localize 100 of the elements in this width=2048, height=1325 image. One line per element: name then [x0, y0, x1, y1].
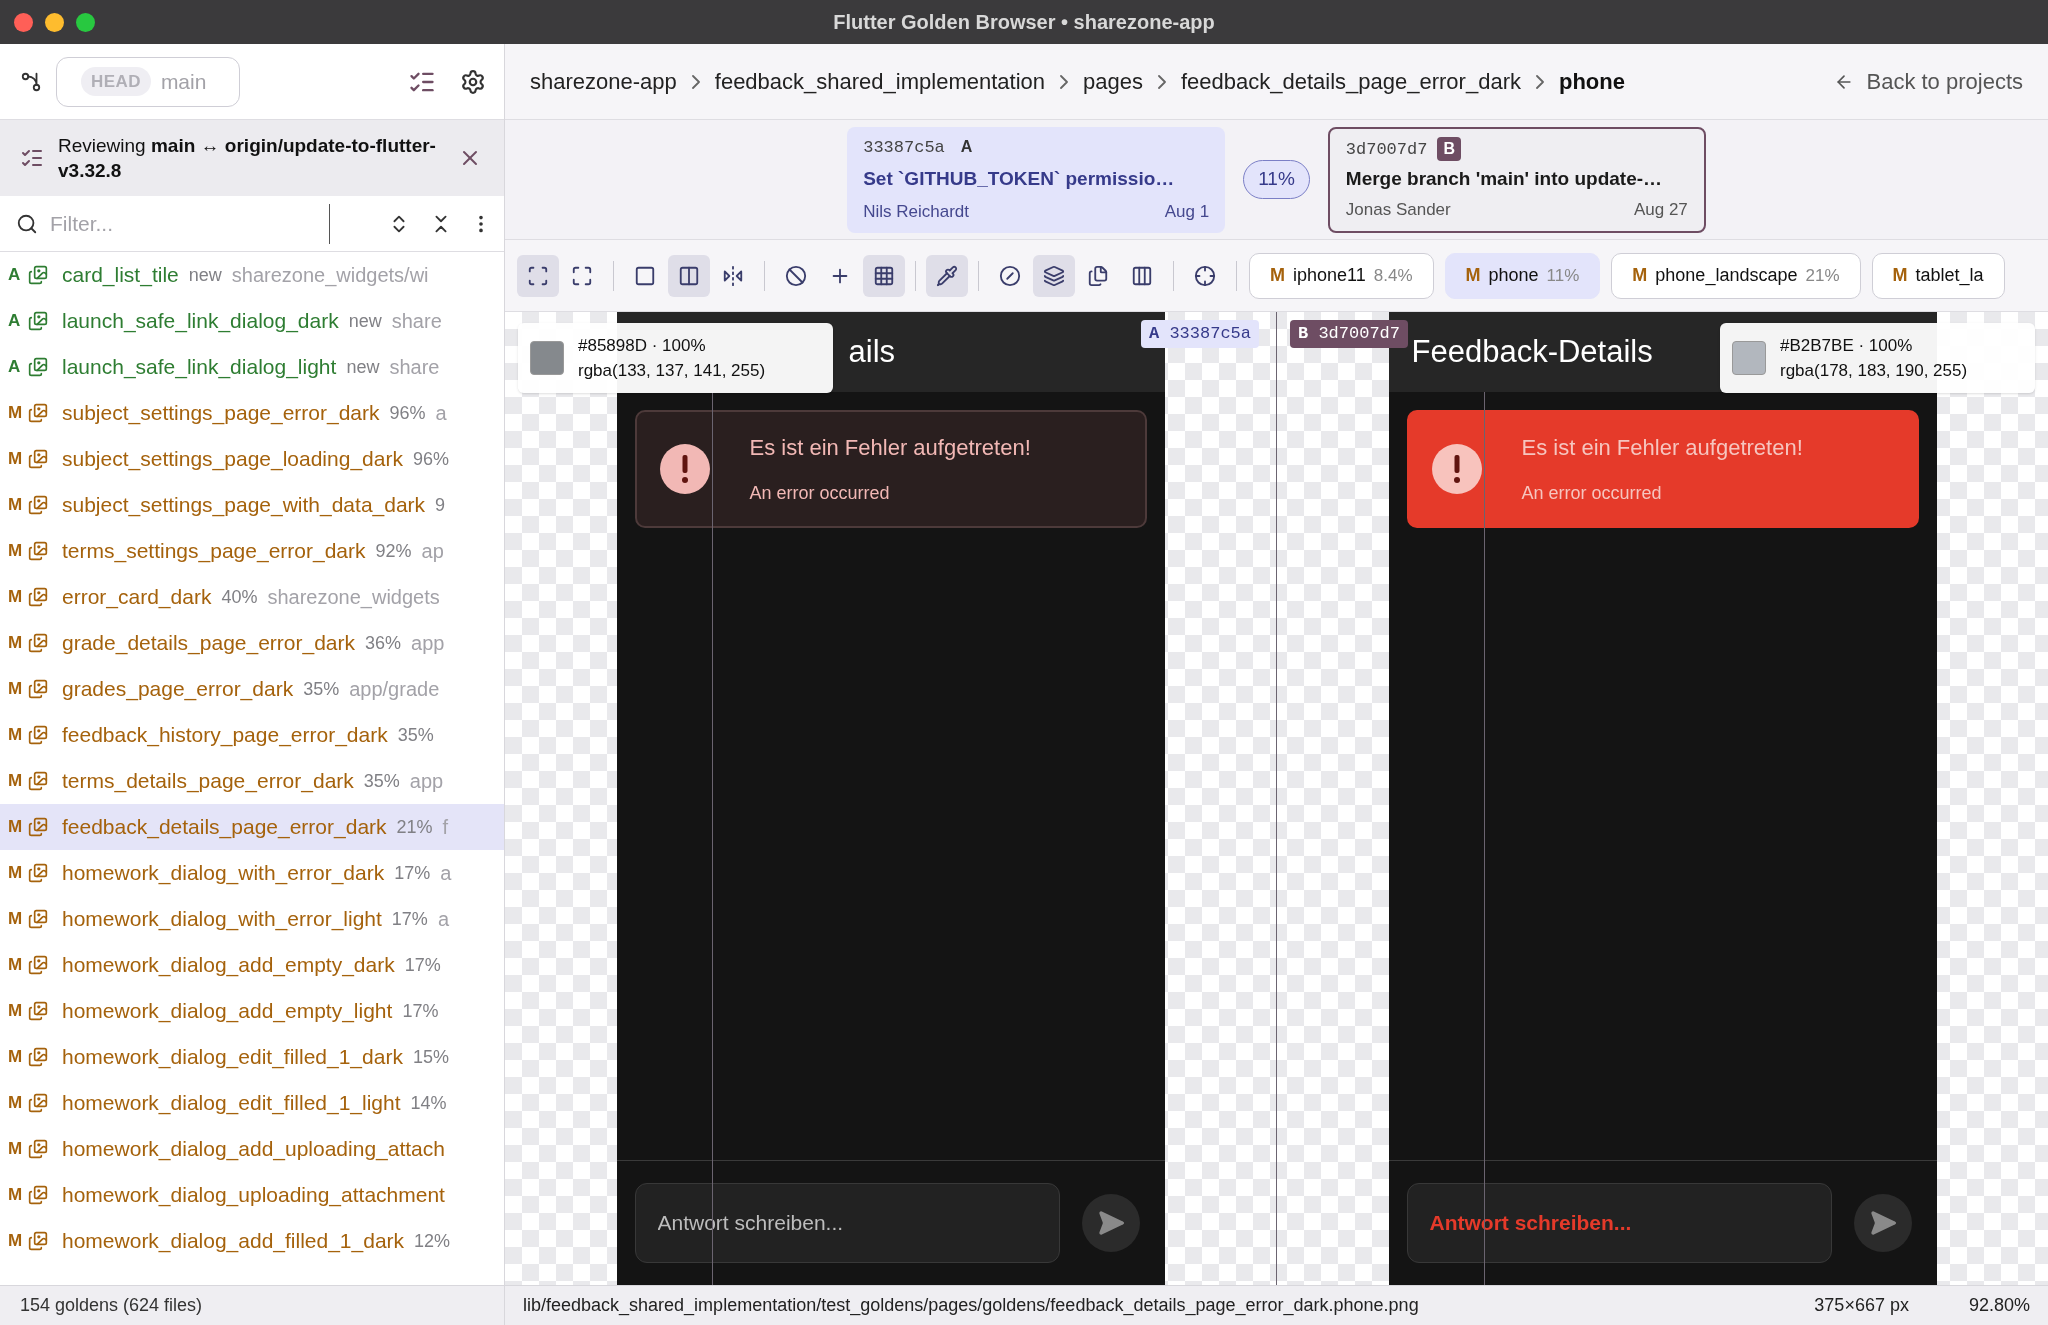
golden-list-item[interactable]: M homework_dialog_edit_filled_1_dark 15%: [0, 1034, 504, 1080]
commit-date: Aug 1: [1164, 201, 1210, 223]
golden-list-item[interactable]: A launch_safe_link_dialog_light new share: [0, 344, 504, 390]
golden-name: launch_safe_link_dialog_dark: [62, 308, 339, 335]
golden-list-item[interactable]: M terms_settings_page_error_dark 92% ap: [0, 528, 504, 574]
status-letter: M: [8, 816, 24, 839]
golden-list-item[interactable]: M homework_dialog_add_uploading_attach: [0, 1126, 504, 1172]
head-badge: HEAD: [81, 66, 151, 97]
golden-name: homework_dialog_add_empty_light: [62, 998, 393, 1025]
device-tab[interactable]: M tablet_la: [1871, 252, 2005, 299]
status-letter: M: [8, 1000, 24, 1023]
breadcrumb-link[interactable]: sharezone-app: [530, 65, 677, 98]
golden-name: homework_dialog_with_error_dark: [62, 860, 385, 887]
device-tab[interactable]: M phone 11%: [1444, 252, 1601, 299]
commit-message: Merge branch 'main' into update-…: [1345, 167, 1664, 192]
error-subtitle: An error occurred: [1521, 482, 1663, 505]
golden-name: launch_safe_link_dialog_light: [62, 354, 337, 381]
search-icon: [16, 212, 38, 235]
back-link[interactable]: Back to projects: [1834, 65, 2023, 98]
breadcrumb-link[interactable]: feedback_shared_implementation: [714, 65, 1045, 98]
breadcrumb-link[interactable]: pages: [1083, 65, 1143, 98]
golden-diff: 40%: [221, 585, 258, 609]
golden-list-item[interactable]: M subject_settings_page_loading_dark 96%: [0, 436, 504, 482]
alert-icon: [1431, 444, 1482, 494]
golden-list-item[interactable]: M homework_dialog_with_error_dark 17% a: [0, 850, 504, 896]
image-icon: [28, 587, 48, 607]
fit-screen-button[interactable]: [517, 254, 559, 297]
color-rgba: rgba(133, 137, 141, 255): [578, 360, 766, 382]
device-tab[interactable]: M iphone11 8.4%: [1249, 252, 1434, 299]
close-window-button[interactable]: [14, 12, 33, 32]
golden-list-item[interactable]: M terms_details_page_error_dark 35% app: [0, 758, 504, 804]
golden-list-item[interactable]: M homework_dialog_with_error_light 17% a: [0, 896, 504, 942]
golden-list-item[interactable]: A card_list_tile new sharezone_widgets/wi: [0, 252, 504, 298]
golden-path: sharezone_widgets/wi: [231, 263, 429, 289]
golden-list-item[interactable]: M feedback_history_page_error_dark 35%: [0, 712, 504, 758]
golden-list-item[interactable]: A launch_safe_link_dialog_dark new share: [0, 298, 504, 344]
reply-field[interactable]: Antwort schreiben...: [634, 1183, 1060, 1263]
image-icon: [28, 1001, 48, 1021]
golden-path: app: [411, 631, 445, 656]
golden-diff: 96%: [389, 401, 426, 425]
golden-list-item[interactable]: M homework_dialog_edit_filled_1_light 14%: [0, 1080, 504, 1126]
golden-list-item[interactable]: M subject_settings_page_with_data_dark 9: [0, 482, 504, 528]
golden-diff: new: [346, 355, 380, 379]
status-letter: A: [8, 356, 22, 379]
device-tab[interactable]: M phone_landscape 21%: [1611, 252, 1861, 299]
golden-path: sharezone_widgets: [267, 585, 440, 611]
golden-list-item[interactable]: M grades_page_error_dark 35% app/grade: [0, 666, 504, 712]
status-letter: M: [8, 540, 24, 563]
image-icon: [28, 403, 48, 423]
golden-list-item[interactable]: M homework_dialog_add_empty_light 17%: [0, 988, 504, 1034]
commit-author: Jonas Sander: [1345, 199, 1451, 221]
eyedropper-button[interactable]: [926, 254, 968, 297]
golden-list-item[interactable]: M feedback_details_page_error_dark 21% f: [0, 804, 504, 850]
color-hex: #85898D · 100%: [578, 334, 707, 357]
golden-diff: 15%: [412, 1045, 449, 1069]
golden-list-item[interactable]: M homework_dialog_add_filled_1_dark 12%: [0, 1218, 504, 1264]
golden-name: feedback_history_page_error_dark: [62, 722, 388, 749]
golden-list-item[interactable]: M homework_dialog_add_empty_dark 17%: [0, 942, 504, 988]
minimize-window-button[interactable]: [45, 12, 64, 32]
image-icon: [28, 541, 48, 561]
filter-field[interactable]: Filter...: [50, 203, 330, 244]
image-icon: [28, 311, 48, 331]
zoom-window-button[interactable]: [76, 12, 95, 32]
reply-field[interactable]: Antwort schreiben...: [1406, 1183, 1832, 1263]
image-icon: [28, 955, 48, 975]
commit-date: Aug 27: [1633, 199, 1688, 221]
commit-card[interactable]: 33387c5a A Set `GITHUB_TOKEN` permissio… Nils Reichardt Aug 1: [847, 126, 1226, 233]
settings-icon[interactable]: [460, 68, 486, 95]
golden-path: app: [409, 769, 444, 794]
golden-list-item[interactable]: M grade_details_page_error_dark 36% app: [0, 620, 504, 666]
status-letter: M: [8, 678, 24, 701]
image-icon: [28, 1231, 48, 1251]
golden-name: feedback_details_page_error_dark: [62, 814, 387, 841]
golden-diff: new: [188, 263, 222, 287]
color-hex: #B2B7BE · 100%: [1780, 334, 1914, 357]
layers-button[interactable]: [1033, 254, 1075, 297]
slash-circle-icon: [785, 264, 807, 287]
breadcrumb-link[interactable]: feedback_details_page_error_dark: [1180, 65, 1521, 98]
merge-icon[interactable]: [20, 70, 42, 93]
alert-icon: [659, 444, 710, 494]
golden-list-item[interactable]: M error_card_dark 40% sharezone_widgets: [0, 574, 504, 620]
golden-list-item[interactable]: M subject_settings_page_error_dark 96% a: [0, 390, 504, 436]
status-letter: M: [8, 724, 24, 747]
image-icon: [28, 863, 48, 883]
branch-selector[interactable]: HEAD main: [56, 56, 240, 107]
columns-icon: [1131, 264, 1153, 287]
image-size: 375×667 px: [1814, 1294, 1909, 1317]
golden-list-item[interactable]: M homework_dialog_uploading_attachment: [0, 1172, 504, 1218]
color-rgba: rgba(178, 183, 190, 255): [1780, 360, 1968, 382]
image-icon: [28, 725, 48, 745]
golden-path: share: [389, 355, 440, 380]
grid-button[interactable]: [863, 254, 905, 297]
golden-diff: 96%: [412, 447, 449, 471]
review-text: Reviewing main ↔ origin/update-to-flutter-v3.32.8: [58, 134, 437, 183]
golden-name: homework_dialog_edit_filled_1_light: [62, 1090, 401, 1117]
side-by-side-button[interactable]: [668, 254, 710, 297]
status-letter: M: [8, 770, 24, 793]
breadcrumb-link[interactable]: phone: [1558, 65, 1625, 98]
image-icon: [28, 633, 48, 653]
commit-card[interactable]: 3d7007d7 B Merge branch 'main' into update-… Jonas Sander Aug 27: [1327, 126, 1706, 233]
